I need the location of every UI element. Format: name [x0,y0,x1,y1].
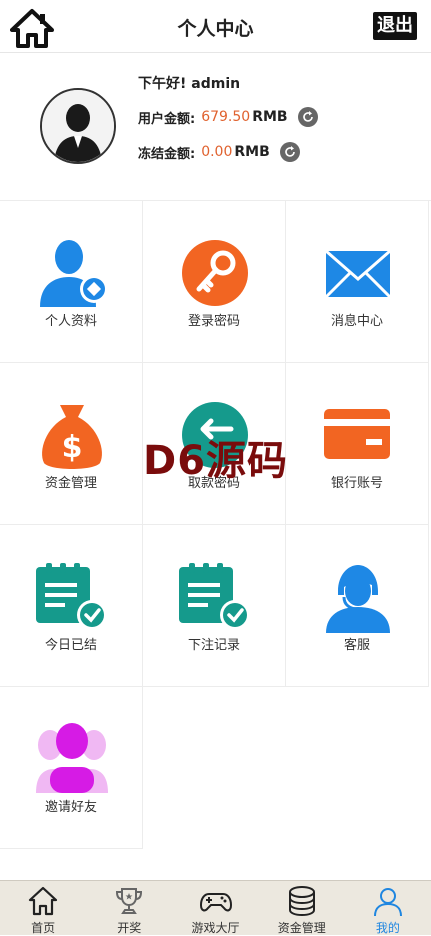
tab-home[interactable]: 首页 [0,881,86,935]
tab-label: 开奖 [117,921,142,935]
coins-stack-icon [288,886,315,917]
tab-mine[interactable]: 我的 [345,881,431,935]
bottom-tab-bar: 首页 开奖 游戏大厅 资金管理 我的 [0,880,431,935]
refresh-icon[interactable] [297,107,318,127]
profile-card: 下午好! admin 用户金额: 679.50 RMB 冻结金额: 0.00 R… [0,53,431,201]
trophy-icon [116,888,143,914]
avatar [40,88,116,164]
clipboard-check-icon [36,563,107,630]
avatar-silhouette-icon [42,90,114,162]
page-title: 个人中心 [177,18,254,40]
header: 个人中心 退出 [0,0,431,53]
balance-currency: RMB [252,109,288,125]
menu-item-label: 资金管理 [44,476,97,491]
tab-funds[interactable]: 资金管理 [259,881,345,935]
menu-item-customer-service[interactable]: 客服 [286,525,429,687]
customer-service-icon [326,565,390,633]
logout-button[interactable]: 退出 [373,12,417,40]
frozen-row: 冻结金额: 0.00 RMB [138,142,300,162]
menu-item-label: 个人资料 [44,314,97,329]
tab-label: 游戏大厅 [191,921,240,935]
tab-lottery[interactable]: 开奖 [86,881,172,935]
refresh-icon[interactable] [279,142,300,162]
menu-item-login-password[interactable]: 登录密码 [143,201,286,363]
money-bag-icon: $ [42,405,102,469]
menu-item-label: 今日已结 [44,638,97,653]
frozen-value: 0.00 [201,144,233,160]
tab-label: 首页 [31,921,56,935]
frozen-label: 冻结金额: [138,146,196,162]
envelope-icon [324,249,392,299]
menu-item-label: 邀请好友 [44,800,97,815]
user-icon [373,888,402,917]
menu-item-bet-records[interactable]: 下注记录 [143,525,286,687]
menu-item-profile[interactable]: 个人资料 [0,201,143,363]
balance-label: 用户金额: [138,111,196,127]
gamepad-icon [199,893,232,912]
home-icon [28,886,58,916]
menu-item-label: 客服 [343,638,370,653]
menu-item-today-settled[interactable]: 今日已结 [0,525,143,687]
balance-value: 679.50 [201,109,251,125]
menu-item-label: 下注记录 [187,638,240,653]
tab-label: 资金管理 [277,921,326,935]
menu-item-label: 登录密码 [187,314,240,329]
balance-row: 用户金额: 679.50 RMB [138,107,318,127]
tab-game-hall[interactable]: 游戏大厅 [172,881,258,935]
bank-card-icon [324,409,390,459]
tab-label: 我的 [375,921,400,935]
menu-item-label: 消息中心 [330,314,383,329]
key-icon [182,240,248,306]
frozen-currency: RMB [234,144,270,160]
menu-item-bank-account[interactable]: 银行账号 [286,363,429,525]
profile-user-icon [40,240,108,307]
menu-item-label: 银行账号 [330,476,383,491]
svg-text:$: $ [62,430,83,465]
clipboard-check-icon [179,563,250,630]
invite-friends-icon [36,723,108,793]
menu-item-invite-friends[interactable]: 邀请好友 [0,687,143,849]
menu-item-messages[interactable]: 消息中心 [286,201,429,363]
watermark: D6源码 [143,438,289,484]
menu-item-funds[interactable]: $ 资金管理 [0,363,143,525]
greeting: 下午好! admin [138,76,241,92]
